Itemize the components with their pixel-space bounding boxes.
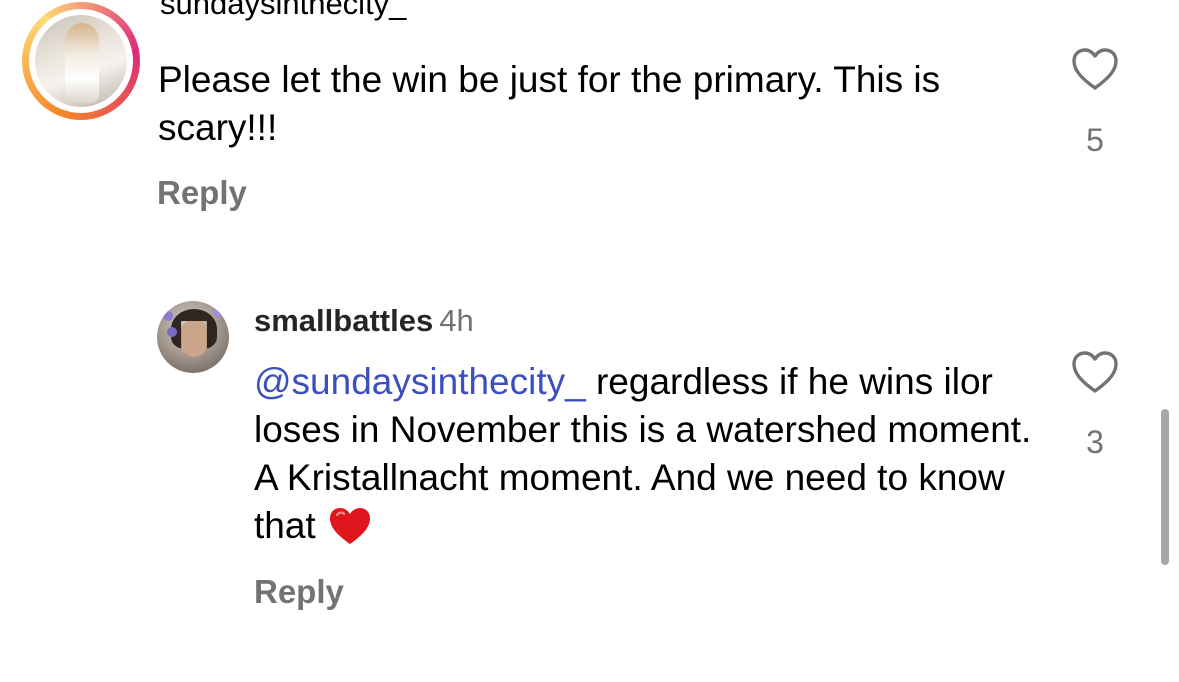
reply-author-avatar[interactable]: [157, 301, 229, 373]
like-count[interactable]: 5: [1068, 122, 1122, 159]
reply-button[interactable]: Reply: [254, 573, 344, 611]
like-count[interactable]: 3: [1068, 424, 1122, 461]
mention-link[interactable]: @sundaysinthecity_: [254, 361, 586, 402]
comment-text: Please let the win be just for the prima…: [158, 59, 941, 148]
scrollbar-thumb[interactable]: [1161, 409, 1169, 565]
red-heart-emoji: [329, 508, 370, 544]
commenter-avatar: [35, 15, 127, 107]
reply-button[interactable]: Reply: [157, 174, 247, 212]
heart-outline-icon[interactable]: [1071, 350, 1119, 394]
reply-author-username[interactable]: smallbattles: [254, 303, 433, 338]
reply-timestamp: 4h: [439, 303, 474, 338]
reply-meta: smallbattles 4h: [254, 303, 474, 339]
reply-text: @sundaysinthecity_ regardless if he wins…: [254, 358, 1034, 550]
heart-outline-icon[interactable]: [1071, 47, 1119, 91]
commenter-username[interactable]: sundaysinthecity_: [160, 0, 406, 22]
commenter-avatar-story-ring[interactable]: [22, 2, 140, 120]
